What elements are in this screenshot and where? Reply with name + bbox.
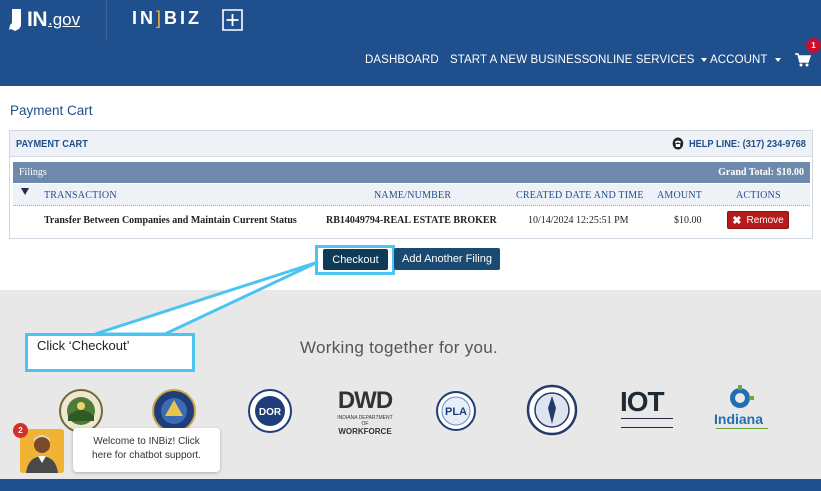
nav-start-business[interactable]: START A NEW BUSINESS — [450, 54, 589, 66]
indiana-sbdc-logo[interactable]: Indiana — [714, 411, 763, 427]
nav-dashboard[interactable]: DASHBOARD — [365, 54, 439, 66]
add-another-filing-button[interactable]: Add Another Filing — [394, 248, 500, 270]
nav-online-services[interactable]: ONLINE SERVICES — [589, 54, 708, 66]
row-name-number: RB14049794-REAL ESTATE BROKER — [326, 215, 497, 226]
inbiz-plus-icon — [222, 9, 243, 31]
nav-start-business-label: START A NEW BUSINESS — [450, 54, 590, 66]
table-row: Transfer Between Companies and Maintain … — [13, 207, 810, 233]
ingov-gov: .gov — [48, 10, 81, 29]
pla-logo[interactable]: PLA — [435, 390, 477, 432]
row-transaction: Transfer Between Companies and Maintain … — [44, 215, 297, 226]
dor-logo[interactable]: DOR — [247, 388, 293, 434]
nav-account[interactable]: ACCOUNT — [710, 54, 781, 66]
dor-text: DOR — [259, 407, 282, 418]
dwd-logo[interactable]: DWD INDIANA DEPARTMENT OF WORKFORCE — [337, 387, 393, 436]
dwd-small: INDIANA DEPARTMENT OF — [337, 415, 393, 427]
phone-icon — [672, 137, 684, 150]
iot-subtitle-lines — [621, 418, 673, 428]
help-line-text: HELP LINE: (317) 234-9768 — [689, 137, 806, 150]
dwd-big: DWD — [337, 387, 393, 414]
footer-strip — [0, 479, 821, 491]
indiana-gear-icon — [730, 385, 754, 408]
dwd-workforce: WORKFORCE — [338, 427, 392, 436]
panel-title: PAYMENT CART — [16, 138, 88, 150]
main-nav: DASHBOARD START A NEW BUSINESS ONLINE SE… — [0, 40, 821, 86]
table-header: TRANSACTION NAME/NUMBER CREATED DATE AND… — [13, 184, 810, 206]
nav-account-label: ACCOUNT — [710, 54, 768, 66]
col-amount: AMOUNT — [657, 190, 703, 201]
col-created: CREATED DATE AND TIME — [516, 190, 644, 201]
ingov-in: IN — [27, 8, 48, 31]
nav-dashboard-label: DASHBOARD — [365, 54, 439, 66]
col-transaction: TRANSACTION — [44, 190, 117, 201]
row-created: 10/14/2024 12:25:51 PM — [528, 215, 629, 226]
close-icon: ✖ — [732, 214, 742, 227]
col-actions: ACTIONS — [736, 190, 781, 201]
panel-header: PAYMENT CART HELP LINE: (317) 234-9768 — [10, 131, 812, 157]
shopping-cart-icon[interactable] — [795, 52, 811, 68]
checkout-highlight — [315, 245, 395, 275]
iot-logo[interactable]: IOT — [620, 386, 665, 418]
nav-online-services-label: ONLINE SERVICES — [589, 54, 695, 66]
person-icon — [20, 429, 64, 473]
inbiz-bracket: ] — [156, 8, 165, 28]
page-title: Payment Cart — [10, 103, 93, 118]
remove-label: Remove — [746, 214, 784, 226]
callout-text: Click ‘Checkout’ — [37, 338, 130, 353]
cart-count-badge: 1 — [806, 38, 821, 53]
payment-cart-panel: PAYMENT CART HELP LINE: (317) 234-9768 F… — [9, 130, 813, 239]
indiana-state-icon — [9, 9, 21, 31]
help-line: HELP LINE: (317) 234-9768 — [672, 137, 806, 150]
row-amount: $10.00 — [674, 215, 702, 226]
chevron-down-icon — [701, 57, 708, 62]
top-bar: IN .gov IN]BIZ — [0, 0, 821, 40]
chat-welcome-bubble[interactable]: Welcome to INBiz! Click here for chatbot… — [73, 428, 220, 472]
ingov-logo[interactable]: IN .gov — [9, 7, 80, 33]
collapse-triangle-icon[interactable] — [21, 188, 29, 195]
filings-label: Filings — [19, 167, 47, 178]
indiana-sbdc-subtitle — [716, 428, 768, 438]
col-name-number: NAME/NUMBER — [374, 190, 452, 201]
pla-text: PLA — [445, 406, 467, 418]
chatbot-avatar[interactable] — [20, 429, 64, 473]
remove-button[interactable]: ✖ Remove — [727, 211, 789, 229]
footer-tagline: Working together for you. — [300, 338, 499, 357]
inbiz-biz: BIZ — [164, 8, 203, 28]
chat-notification-badge: 2 — [13, 423, 28, 438]
filings-bar: Filings Grand Total: $10.00 — [13, 162, 810, 183]
inbiz-logo[interactable]: IN]BIZ — [132, 8, 202, 29]
grand-total: Grand Total: $10.00 — [718, 167, 804, 178]
attorney-general-seal-icon[interactable] — [526, 384, 578, 436]
header-divider — [106, 0, 107, 40]
inbiz-in: IN — [132, 8, 156, 28]
chevron-down-icon — [774, 57, 781, 62]
